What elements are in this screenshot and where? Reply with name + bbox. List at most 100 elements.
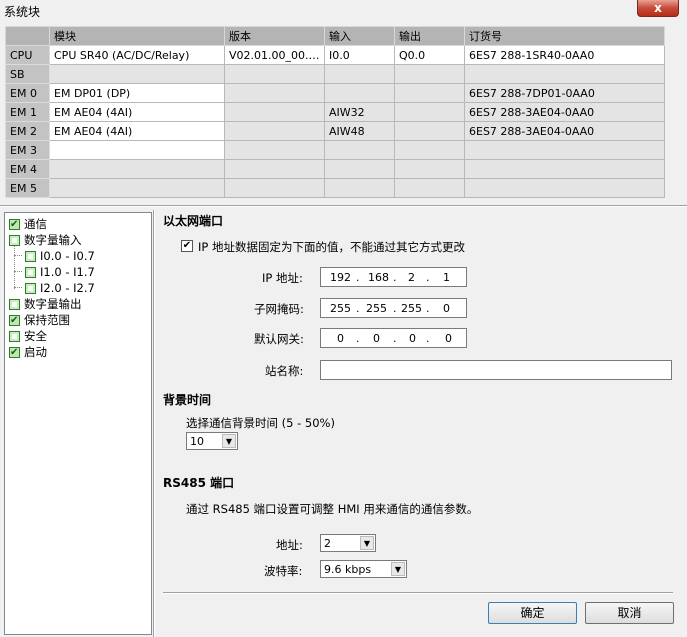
slot-cell: EM 1 (5, 102, 50, 122)
tree-item-retentive[interactable]: 保持范围 (9, 312, 70, 329)
module-cell[interactable] (49, 178, 225, 198)
checkbox-icon (9, 313, 20, 329)
cancel-button[interactable]: 取消 (585, 602, 674, 624)
output-cell (394, 140, 465, 160)
tree-item-digital-output[interactable]: 数字量输出 (9, 296, 82, 312)
tree-item-i2[interactable]: I2.0 - I2.7 (25, 280, 95, 296)
version-cell (224, 121, 325, 141)
subnet-octet: 255 (401, 302, 422, 315)
tree-item-i1[interactable]: I1.0 - I1.7 (25, 264, 95, 280)
input-cell (324, 83, 395, 103)
subnet-label: 子网掩码: (254, 302, 304, 316)
ip-address-field[interactable]: 192 . 168 . 2 . 1 (320, 267, 467, 287)
module-cell[interactable]: EM DP01 (DP) (49, 83, 225, 103)
tree-item-i0[interactable]: I0.0 - I0.7 (25, 248, 95, 264)
tree-item-label: 启动 (24, 345, 47, 359)
tree-item-communication[interactable]: 通信 (9, 216, 47, 233)
input-cell: AIW48 (324, 121, 395, 141)
slot-cell: SB (5, 64, 50, 84)
tree-item-label: I2.0 - I2.7 (40, 281, 95, 295)
output-cell (394, 159, 465, 179)
version-cell: V02.01.00_00.00... (224, 45, 325, 65)
horizontal-splitter[interactable] (0, 205, 687, 207)
fixed-ip-checkbox[interactable]: ✔ (181, 240, 193, 252)
background-time-select[interactable]: 10 ▼ (186, 432, 238, 450)
checkbox-icon (9, 217, 20, 233)
table-row[interactable]: SB (5, 64, 665, 84)
window-title: 系统块 (4, 5, 41, 19)
gateway-octet: 0 (445, 332, 452, 345)
table-row[interactable]: EM 3 (5, 140, 665, 160)
subnet-octet: 255 (330, 302, 351, 315)
chevron-down-icon: ▼ (360, 536, 374, 550)
tree-item-security[interactable]: 安全 (9, 328, 47, 344)
output-cell: Q0.0 (394, 45, 465, 65)
module-cell[interactable] (49, 140, 225, 160)
slot-cell: EM 2 (5, 121, 50, 141)
table-row[interactable]: EM 4 (5, 159, 665, 179)
checkbox-icon (9, 345, 20, 361)
station-name-input[interactable] (320, 360, 672, 380)
input-cell (324, 140, 395, 160)
table-row[interactable]: EM 0 EM DP01 (DP) 6ES7 288-7DP01-0AA0 (5, 83, 665, 103)
tree-item-label: 数字量输入 (24, 233, 82, 247)
gateway-field[interactable]: 0 . 0 . 0 . 0 (320, 328, 467, 348)
module-cell[interactable]: CPU SR40 (AC/DC/Relay) (49, 45, 225, 65)
version-cell (224, 140, 325, 160)
header-input: 输入 (324, 26, 395, 46)
table-row[interactable]: EM 5 (5, 178, 665, 198)
station-name-label: 站名称: (265, 364, 304, 378)
table-row[interactable]: EM 2 EM AE04 (4AI) AIW48 6ES7 288-3AE04-… (5, 121, 665, 141)
version-cell (224, 178, 325, 198)
module-table: 模块 版本 输入 输出 订货号 CPU CPU SR40 (AC/DC/Rela… (5, 26, 665, 198)
module-cell[interactable] (49, 159, 225, 179)
gateway-octet: 0 (373, 332, 380, 345)
table-row[interactable]: EM 1 EM AE04 (4AI) AIW32 6ES7 288-3AE04-… (5, 102, 665, 122)
order-cell (464, 159, 665, 179)
ip-octet: 2 (408, 271, 415, 284)
ok-button[interactable]: 确定 (488, 602, 577, 624)
ethernet-section-title: 以太网端口 (163, 214, 224, 228)
order-cell: 6ES7 288-3AE04-0AA0 (464, 121, 665, 141)
vertical-splitter[interactable] (153, 210, 155, 637)
header-slot (5, 26, 50, 46)
output-cell (394, 102, 465, 122)
header-order: 订货号 (464, 26, 665, 46)
tree-connector (14, 255, 22, 256)
checkbox-icon (9, 331, 20, 342)
slot-cell: EM 4 (5, 159, 50, 179)
order-cell (464, 64, 665, 84)
rs485-address-value: 2 (324, 537, 331, 550)
close-button[interactable]: x (637, 0, 679, 17)
chevron-down-icon: ▼ (391, 562, 405, 576)
tree-item-startup[interactable]: 启动 (9, 344, 47, 361)
tree-item-label: I0.0 - I0.7 (40, 249, 95, 263)
module-cell[interactable]: EM AE04 (4AI) (49, 102, 225, 122)
gateway-octet: 0 (337, 332, 344, 345)
input-cell (324, 64, 395, 84)
checkbox-icon (25, 251, 36, 262)
header-output: 输出 (394, 26, 465, 46)
tree-item-label: 保持范围 (24, 313, 70, 327)
order-cell: 6ES7 288-7DP01-0AA0 (464, 83, 665, 103)
version-cell (224, 83, 325, 103)
rs485-description: 通过 RS485 端口设置可调整 HMI 用来通信的通信参数。 (186, 502, 479, 516)
header-version: 版本 (224, 26, 325, 46)
version-cell (224, 102, 325, 122)
ip-octet: 192 (330, 271, 351, 284)
slot-cell: EM 3 (5, 140, 50, 160)
rs485-address-select[interactable]: 2 ▼ (320, 534, 376, 552)
order-cell (464, 140, 665, 160)
tree-connector (14, 243, 15, 289)
tree-item-digital-input[interactable]: 数字量输入 (9, 232, 82, 248)
checkbox-icon (9, 299, 20, 310)
module-cell[interactable]: EM AE04 (4AI) (49, 121, 225, 141)
subnet-field[interactable]: 255 . 255 . 255 . 0 (320, 298, 467, 318)
baud-rate-select[interactable]: 9.6 kbps ▼ (320, 560, 407, 578)
chevron-down-icon: ▼ (222, 434, 236, 448)
tree-connector (14, 287, 22, 288)
table-row[interactable]: CPU CPU SR40 (AC/DC/Relay) V02.01.00_00.… (5, 45, 665, 65)
ip-address-label: IP 地址: (262, 271, 303, 285)
module-cell[interactable] (49, 64, 225, 84)
order-cell: 6ES7 288-1SR40-0AA0 (464, 45, 665, 65)
